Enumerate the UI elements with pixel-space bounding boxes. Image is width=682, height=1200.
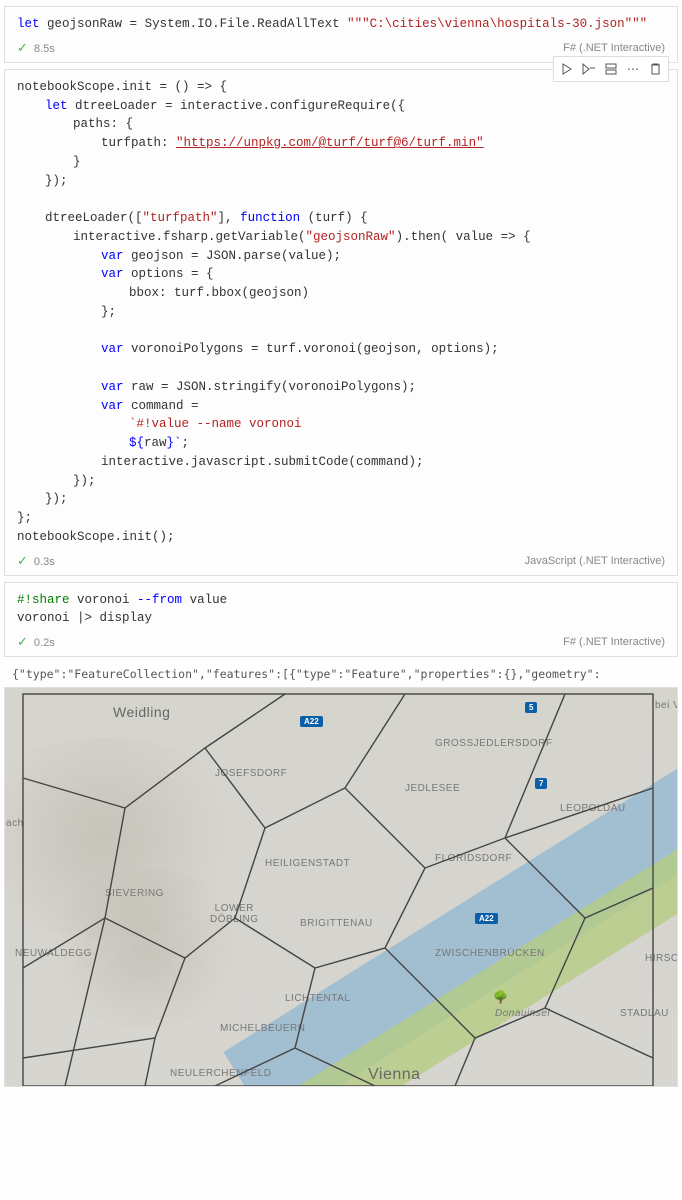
- code-cell-1: let geojsonRaw = System.IO.File.ReadAllT…: [4, 6, 678, 63]
- run-cell-button[interactable]: [556, 59, 578, 79]
- turf-url[interactable]: "https://unpkg.com/@turf/turf@6/turf.min…: [176, 136, 484, 150]
- voronoi-overlay: [5, 688, 678, 1087]
- cell-2-footer: ✓ 0.3s JavaScript (.NET Interactive): [5, 551, 677, 575]
- string-literal: """C:\cities\vienna\hospitals-30.json""": [347, 17, 647, 31]
- code-cell-3: #!share voronoi --from valuevoronoi |> d…: [4, 582, 678, 658]
- code-cell-2: ⋯ notebookScope.init = () => {let dtreeL…: [4, 69, 678, 576]
- cell-3-output-text: {"type":"FeatureCollection","features":[…: [0, 663, 682, 681]
- var-name: geojsonRaw: [47, 17, 122, 31]
- cell-1-code[interactable]: let geojsonRaw = System.IO.File.ReadAllT…: [5, 7, 677, 38]
- status: ✓ 8.5s: [17, 40, 55, 56]
- more-button[interactable]: ⋯: [622, 59, 644, 79]
- map-output[interactable]: Weidling GROSSJEDLERSDORF JOSEFSDORF JED…: [4, 687, 678, 1087]
- keyword-let: let: [17, 17, 40, 31]
- run-below-button[interactable]: [578, 59, 600, 79]
- call: System.IO.File.ReadAllText: [145, 17, 340, 31]
- check-icon: ✓: [17, 634, 28, 649]
- delete-cell-button[interactable]: [644, 59, 666, 79]
- split-cell-button[interactable]: [600, 59, 622, 79]
- status: ✓ 0.3s: [17, 553, 55, 569]
- language-label: F# (.NET Interactive): [563, 636, 665, 648]
- exec-time: 8.5s: [34, 43, 55, 55]
- language-label: F# (.NET Interactive): [563, 42, 665, 54]
- exec-time: 0.3s: [34, 556, 55, 568]
- cell-3-code[interactable]: #!share voronoi --from valuevoronoi |> d…: [5, 583, 677, 633]
- cell-2-code[interactable]: notebookScope.init = () => {let dtreeLoa…: [5, 70, 677, 551]
- status: ✓ 0.2s: [17, 634, 55, 650]
- check-icon: ✓: [17, 40, 28, 55]
- cell-toolbar: ⋯: [553, 56, 669, 82]
- cell-3-footer: ✓ 0.2s F# (.NET Interactive): [5, 632, 677, 656]
- language-label: JavaScript (.NET Interactive): [525, 555, 665, 567]
- exec-time: 0.2s: [34, 637, 55, 649]
- check-icon: ✓: [17, 553, 28, 568]
